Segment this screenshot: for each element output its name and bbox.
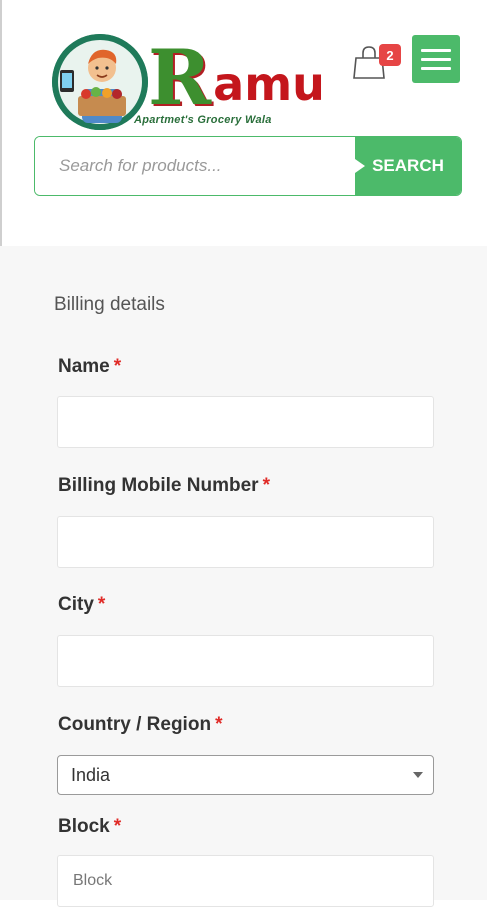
menu-button[interactable]	[412, 35, 460, 83]
hamburger-menu-icon-bar	[421, 66, 451, 70]
mobile-label: Billing Mobile Number *	[58, 475, 270, 497]
name-label: Name *	[58, 356, 121, 378]
block-label-text: Block	[58, 816, 110, 837]
city-label-text: City	[58, 594, 94, 615]
billing-title: Billing details	[54, 294, 165, 315]
search-button[interactable]: SEARCH	[355, 137, 461, 195]
search-input[interactable]	[35, 137, 375, 195]
country-label: Country / Region *	[58, 714, 222, 736]
hamburger-menu-icon	[421, 48, 451, 52]
country-label-text: Country / Region	[58, 714, 212, 735]
city-input[interactable]	[57, 635, 434, 687]
name-label-text: Name	[58, 356, 110, 377]
block-input[interactable]	[57, 855, 434, 907]
site-logo[interactable]: R amu Apartmet's Grocery Wala	[52, 34, 332, 134]
required-marker: *	[97, 594, 106, 615]
logo-tagline: Apartmet's Grocery Wala	[134, 114, 272, 126]
billing-section	[0, 246, 487, 900]
cart-count-badge: 2	[379, 44, 401, 66]
name-input[interactable]	[57, 396, 434, 448]
required-marker: *	[215, 714, 223, 735]
block-label: Block *	[58, 816, 121, 838]
hamburger-menu-icon-bar	[421, 57, 451, 61]
logo-letter-r: R	[148, 33, 212, 122]
logo-wordmark: R amu	[148, 36, 325, 116]
dropdown-arrow-icon	[413, 772, 423, 778]
required-marker: *	[113, 816, 122, 837]
mobile-input[interactable]	[57, 516, 434, 568]
city-label: City *	[58, 594, 105, 616]
required-marker: *	[113, 356, 122, 377]
logo-word-rest: amu	[213, 57, 325, 111]
required-marker: *	[262, 475, 270, 496]
search-bar: SEARCH	[34, 136, 462, 196]
cart-button[interactable]: 2	[352, 44, 401, 80]
country-selected-value: India	[71, 765, 111, 785]
mobile-label-text: Billing Mobile Number	[58, 475, 259, 496]
country-select[interactable]: India	[57, 755, 434, 795]
